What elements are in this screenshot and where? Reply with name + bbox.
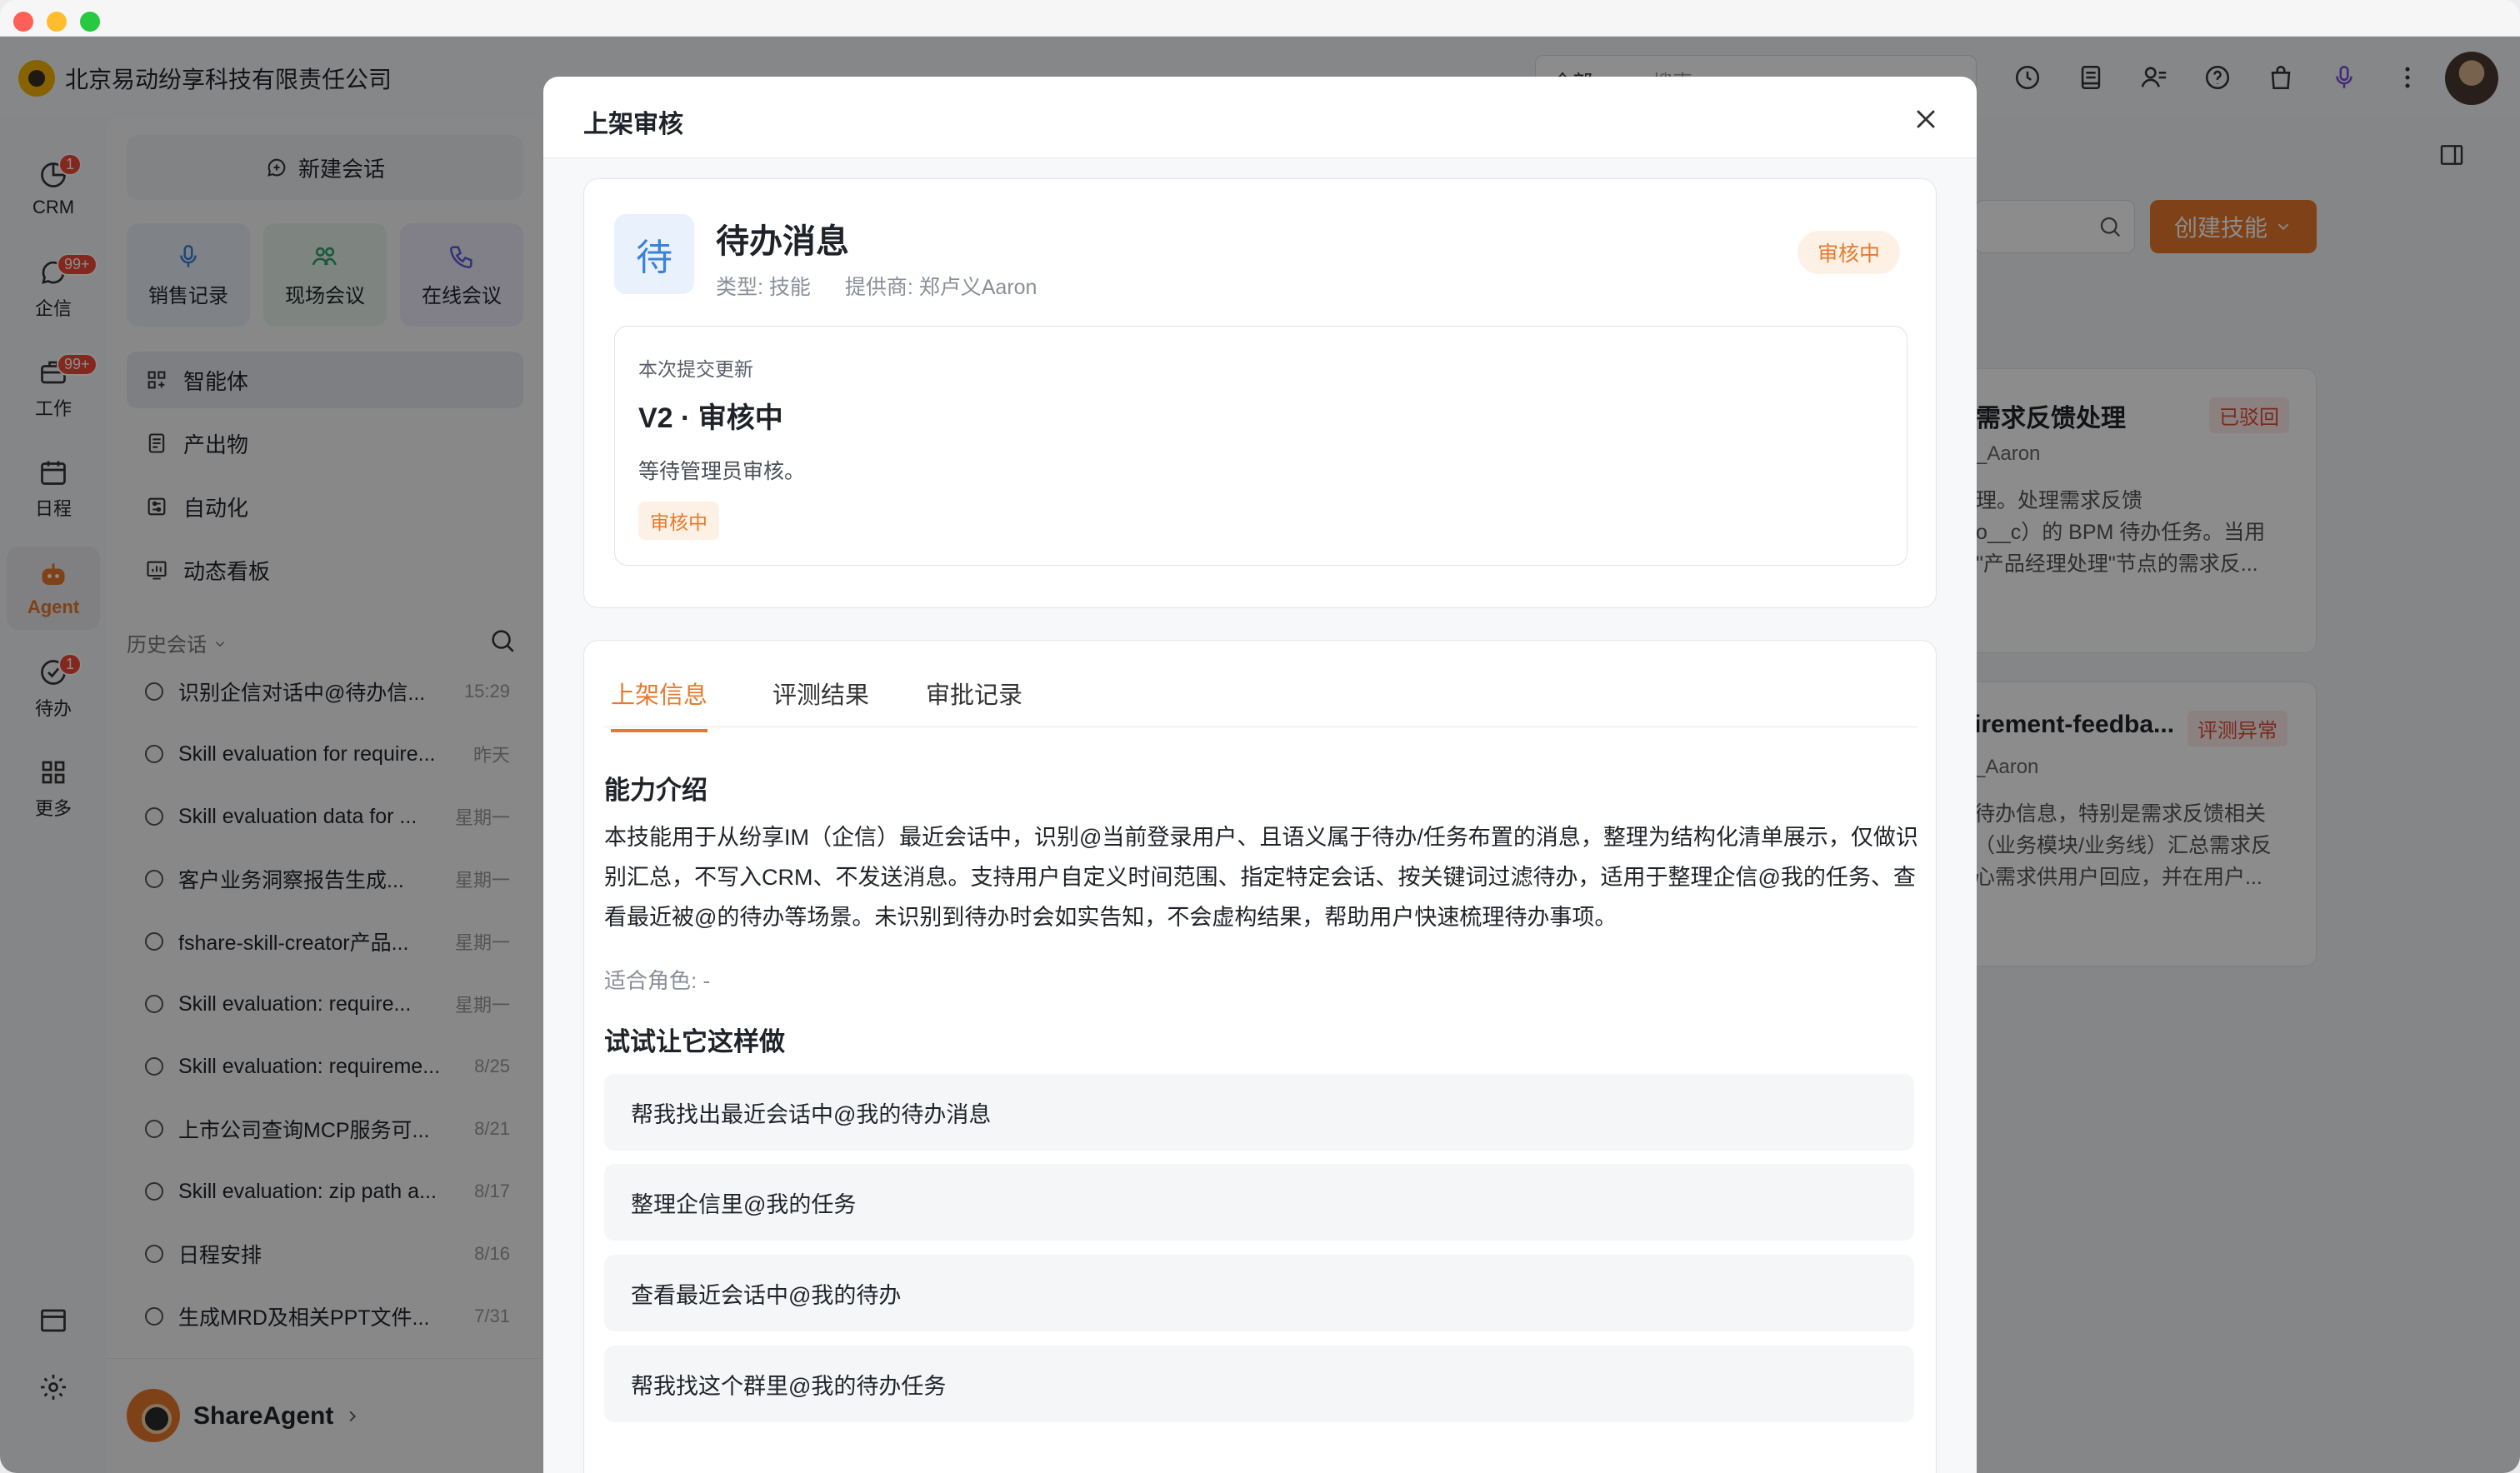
tab-bar: 上架信息 评测结果 审批记录 [604,641,1918,732]
skill-name: 待办消息 [716,223,849,260]
tab-approval-records[interactable]: 审批记录 [926,676,1022,729]
ability-heading: 能力介绍 [604,776,708,805]
update-summary: 本次提交更新 V2 · 审核中 等待管理员审核。 审核中 [614,326,1908,566]
maximize-window-button[interactable] [80,12,100,32]
try-prompt-item[interactable]: 整理企信里@我的任务 [604,1164,1914,1241]
skill-type: 类型: 技能 [716,276,811,299]
close-icon[interactable] [1912,105,1940,133]
try-prompt-item[interactable]: 帮我找这个群里@我的待办任务 [604,1346,1914,1422]
details-card: 上架信息 评测结果 审批记录 能力介绍 本技能用于从纷享IM（企信）最近会话中，… [583,640,1937,1473]
minimize-window-button[interactable] [47,12,67,32]
try-prompt-item[interactable]: 查看最近会话中@我的待办 [604,1255,1914,1331]
update-label: 本次提交更新 [638,358,753,380]
update-description: 等待管理员审核。 [638,460,806,483]
try-prompt-item[interactable]: 帮我找出最近会话中@我的待办消息 [604,1074,1914,1151]
skill-provider: 提供商: 郑卢义Aaron [844,276,1038,299]
tab-listing-info[interactable]: 上架信息 [611,676,708,732]
status-badge: 审核中 [1798,231,1901,274]
app-window: 北京易动纷享科技有限责任公司 全部 搜索 CRM 1 企信 99+ 工作 99+ [0,0,2520,1473]
title-bar [0,0,2520,37]
dialog-title: 上架审核 [583,111,683,138]
skill-meta: 类型: 技能 提供商: 郑卢义Aaron [716,271,1065,301]
close-window-button[interactable] [13,12,33,32]
tab-evaluation-results[interactable]: 评测结果 [772,676,869,729]
try-heading: 试试让它这样做 [604,1027,785,1056]
skill-info-card: 待 待办消息 类型: 技能 提供商: 郑卢义Aaron 审核中 本次提交更新 V… [583,178,1937,608]
ability-description: 本技能用于从纷享IM（企信）最近会话中，识别@当前登录用户、且语义属于待办/任务… [604,825,1918,930]
skill-icon: 待 [614,214,694,294]
dialog-header: 上架审核 [543,77,1977,158]
dialog-body: 待 待办消息 类型: 技能 提供商: 郑卢义Aaron 审核中 本次提交更新 V… [543,158,1977,1473]
update-status-tag: 审核中 [638,502,719,540]
listing-review-dialog: 上架审核 待 待办消息 类型: 技能 提供商: 郑卢义Aaron 审核中 本次提… [543,77,1977,1473]
suitable-roles: 适合角色: - [604,968,711,993]
update-version-title: V2 · 审核中 [638,402,783,434]
